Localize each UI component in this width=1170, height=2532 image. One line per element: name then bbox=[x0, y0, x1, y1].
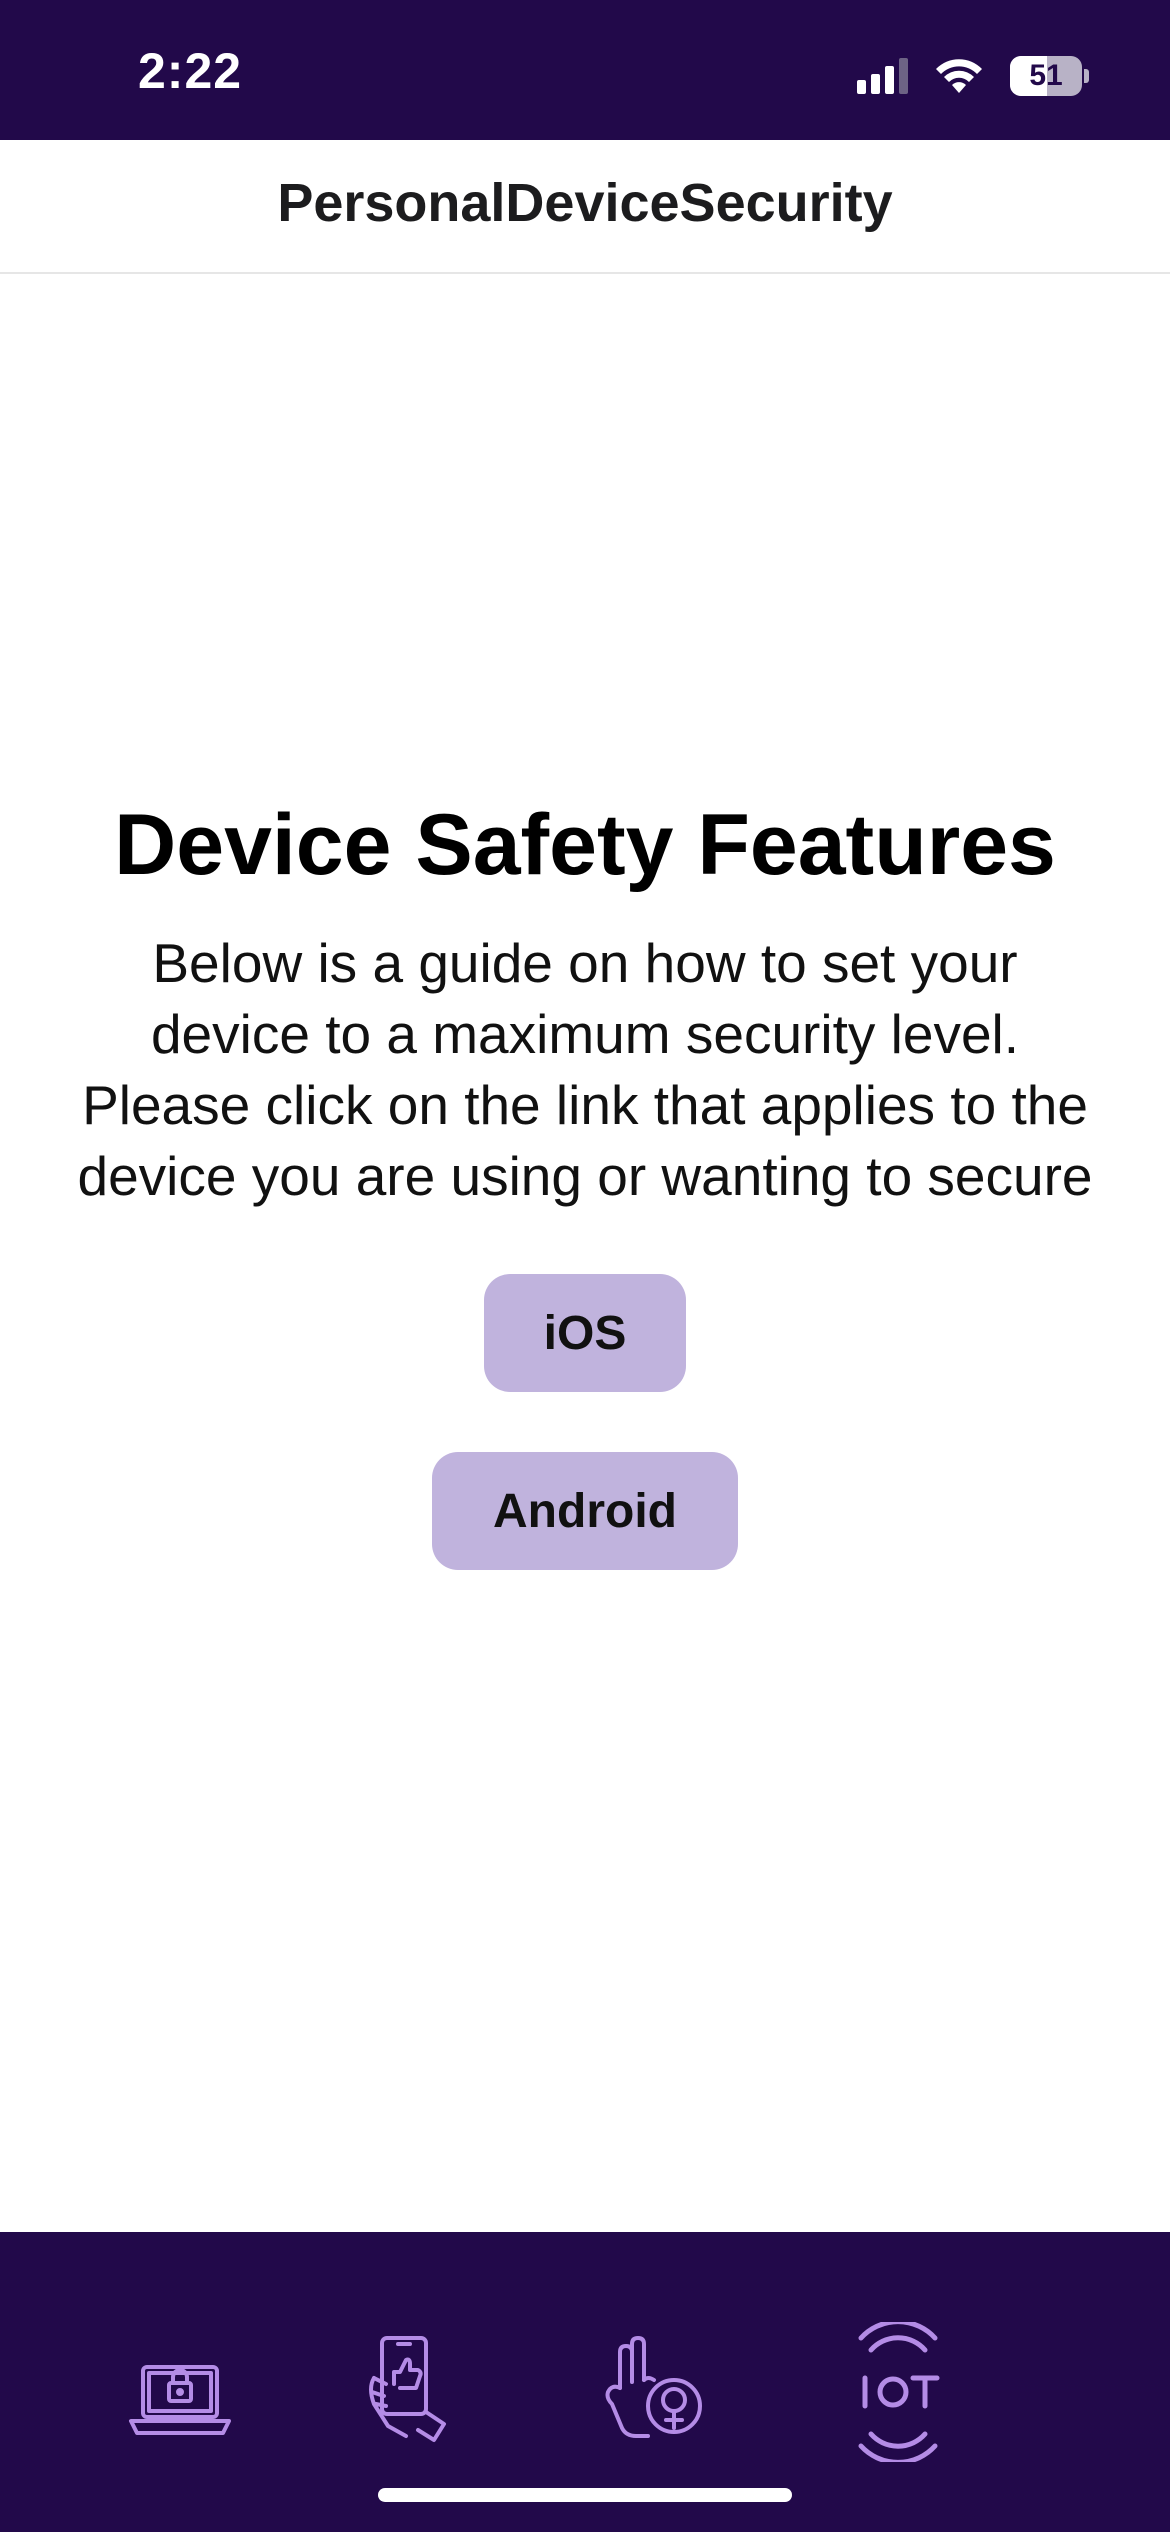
battery-icon: 51 bbox=[1010, 56, 1090, 96]
tab-women-safety[interactable] bbox=[590, 2322, 720, 2462]
ios-button[interactable]: iOS bbox=[484, 1274, 686, 1392]
tab-laptop-security[interactable] bbox=[115, 2322, 245, 2462]
tab-iot[interactable] bbox=[833, 2322, 963, 2462]
app-screen: 2:22 51 PersonalDeviceSecurity Device Sa… bbox=[0, 0, 1170, 2532]
iot-signal-icon bbox=[858, 2322, 940, 2462]
battery-percentage: 51 bbox=[1029, 59, 1063, 92]
tab-bar bbox=[0, 2232, 1170, 2532]
home-indicator[interactable] bbox=[378, 2488, 792, 2502]
tab-phone-safety[interactable] bbox=[350, 2322, 480, 2462]
android-button[interactable]: Android bbox=[432, 1452, 738, 1570]
main-content: Device Safety Features Below is a guide … bbox=[60, 790, 1110, 1570]
page-description: Below is a guide on how to set your devi… bbox=[77, 932, 1093, 1207]
status-bar: 2:22 51 bbox=[0, 0, 1170, 140]
cellular-signal-icon bbox=[857, 58, 908, 94]
page-title: Device Safety Features bbox=[114, 797, 1056, 893]
laptop-lock-icon bbox=[129, 2365, 231, 2435]
status-icons: 51 bbox=[857, 52, 1090, 100]
wifi-icon bbox=[936, 59, 982, 93]
app-title: PersonalDeviceSecurity bbox=[277, 173, 893, 233]
status-time: 2:22 bbox=[138, 43, 243, 99]
navigation-bar: PersonalDeviceSecurity bbox=[0, 140, 1170, 274]
hand-phone-thumbs-up-icon bbox=[369, 2336, 446, 2442]
hand-female-symbol-icon bbox=[605, 2336, 702, 2438]
